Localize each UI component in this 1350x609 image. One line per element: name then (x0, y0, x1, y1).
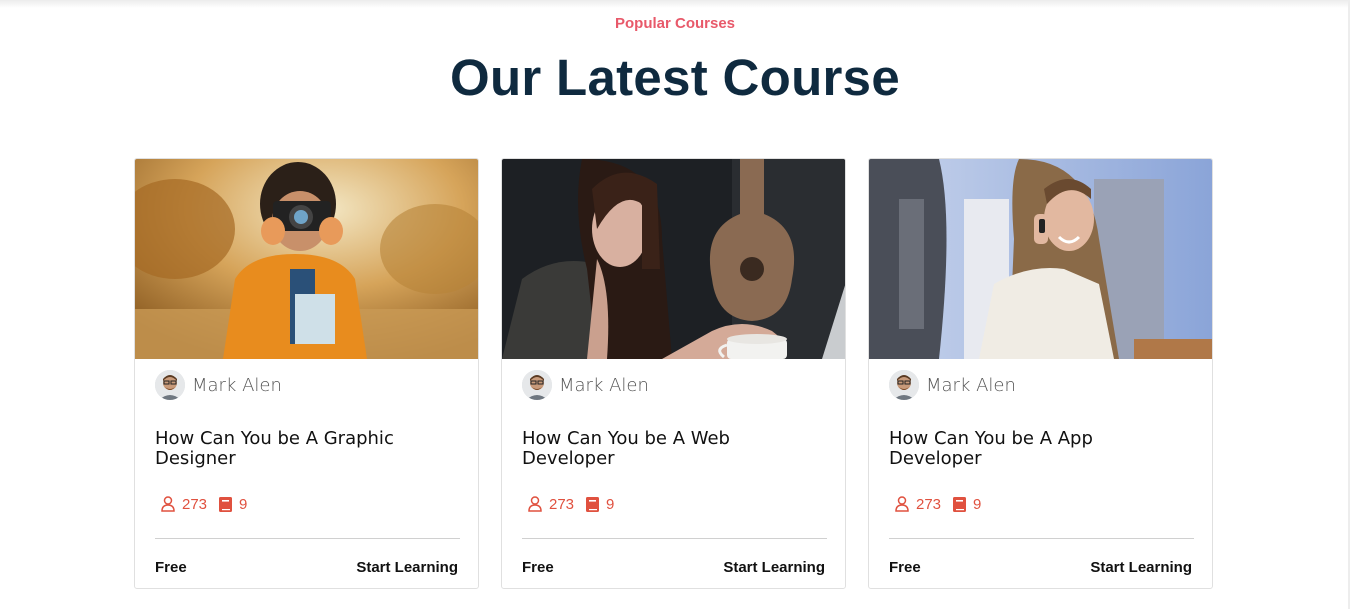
user-icon (161, 496, 175, 512)
header-shadow (0, 0, 1350, 8)
card-divider (889, 538, 1194, 539)
students-count: 273 (895, 496, 941, 513)
course-stats: 273 9 (895, 494, 993, 514)
course-price: Free (889, 559, 921, 576)
start-learning-link[interactable]: Start Learning (356, 559, 458, 576)
card-divider (522, 538, 827, 539)
students-value: 273 (549, 495, 575, 513)
course-title[interactable]: How Can You be A Web Developer (522, 429, 822, 469)
book-icon (953, 496, 967, 512)
section-eyebrow: Popular Courses (614, 15, 736, 32)
author-avatar (155, 370, 185, 400)
students-value: 273 (182, 495, 208, 513)
course-author: Mark Alen (522, 369, 649, 401)
author-name: Mark Alen (192, 374, 282, 396)
lessons-value: 9 (973, 495, 982, 513)
students-count: 273 (528, 496, 574, 513)
lessons-count: 9 (586, 496, 614, 513)
course-stats: 273 9 (528, 494, 626, 514)
author-name: Mark Alen (559, 374, 649, 396)
course-author: Mark Alen (155, 369, 282, 401)
start-learning-link[interactable]: Start Learning (723, 559, 825, 576)
course-image[interactable] (135, 159, 478, 359)
author-avatar (522, 370, 552, 400)
course-image[interactable] (869, 159, 1212, 359)
author-avatar (889, 370, 919, 400)
author-name: Mark Alen (926, 374, 1016, 396)
lessons-value: 9 (606, 495, 615, 513)
course-image[interactable] (502, 159, 845, 359)
course-price: Free (522, 559, 554, 576)
course-card[interactable]: Mark Alen How Can You be A Web Developer… (501, 158, 846, 589)
course-title[interactable]: How Can You be A Graphic Designer (155, 429, 455, 469)
book-icon (586, 496, 600, 512)
students-count: 273 (161, 496, 207, 513)
section-title: Our Latest Course (449, 49, 901, 106)
lessons-count: 9 (953, 496, 981, 513)
course-price: Free (155, 559, 187, 576)
course-card[interactable]: Mark Alen How Can You be A Graphic Desig… (134, 158, 479, 589)
start-learning-link[interactable]: Start Learning (1090, 559, 1192, 576)
book-icon (219, 496, 233, 512)
user-icon (895, 496, 909, 512)
user-icon (528, 496, 542, 512)
lessons-value: 9 (239, 495, 248, 513)
course-stats: 273 9 (161, 494, 259, 514)
course-author: Mark Alen (889, 369, 1016, 401)
card-divider (155, 538, 460, 539)
students-value: 273 (916, 495, 942, 513)
course-title[interactable]: How Can You be A App Developer (889, 429, 1189, 469)
course-card[interactable]: Mark Alen How Can You be A App Developer… (868, 158, 1213, 589)
lessons-count: 9 (219, 496, 247, 513)
